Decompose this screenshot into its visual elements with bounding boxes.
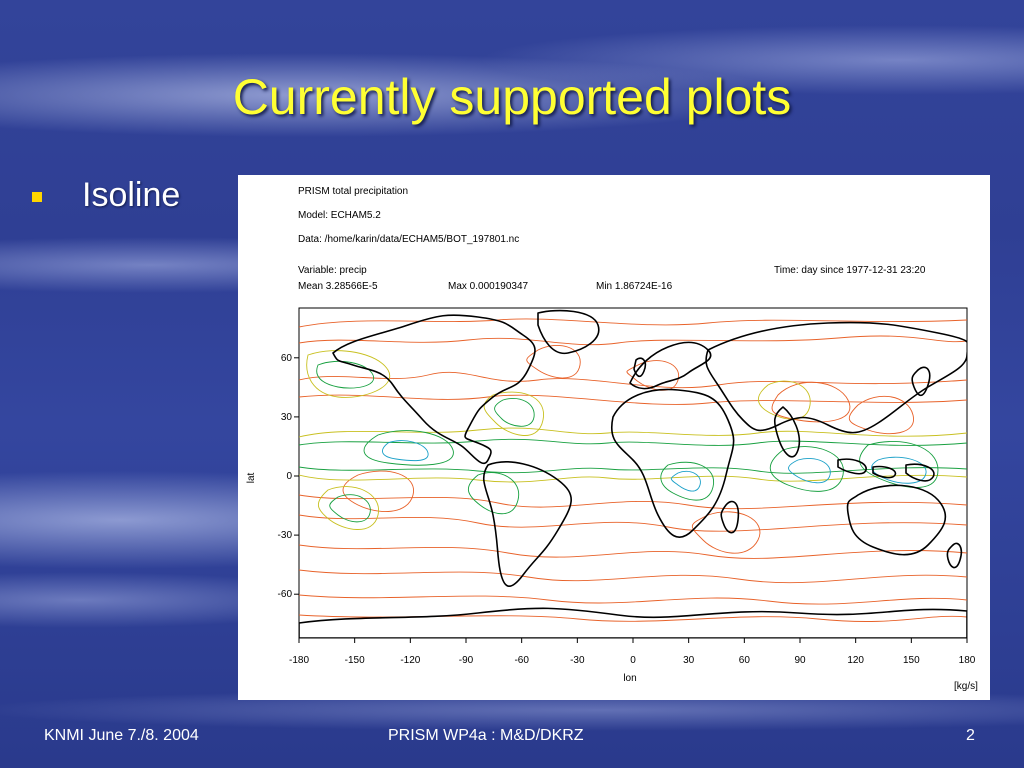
x-tick-label: 90 [794, 655, 806, 666]
x-tick-label: -90 [459, 655, 474, 666]
x-tick-label: -60 [514, 655, 529, 666]
x-tick-label: 30 [683, 655, 695, 666]
plot-header-min: Min 1.86724E-16 [596, 281, 673, 292]
footer-center: PRISM WP4a : M&D/DKRZ [388, 727, 584, 744]
plot-header-variable: Variable: precip [298, 265, 367, 276]
x-axis: -180 -150 -120 -90 -60 -30 0 30 60 90 120 150 180 [289, 638, 976, 666]
footer-left: KNMI June 7./8. 2004 [44, 727, 199, 744]
plot-header-data: Data: /home/karin/data/ECHAM5/BOT_197801… [298, 234, 519, 245]
y-axis: 60 30 0 -30 -60 [278, 353, 299, 600]
y-axis-label: lat [246, 472, 257, 483]
y-tick-label: 0 [286, 471, 292, 482]
bullet-text: Isoline [82, 176, 181, 214]
x-tick-label: 150 [903, 655, 920, 666]
bullet-item: Isoline [32, 176, 180, 215]
map-frame [298, 307, 968, 639]
square-bullet-icon [32, 191, 42, 202]
plot-header-max: Max 0.000190347 [448, 281, 529, 292]
x-tick-label: 0 [630, 655, 636, 666]
plot-header-time: Time: day since 1977-12-31 23:20 [774, 265, 926, 276]
slide-title: Currently supported plots [232, 69, 792, 125]
isoline-plot-figure: PRISM total precipitation Model: ECHAM5.… [238, 175, 990, 700]
x-tick-label: -120 [400, 655, 420, 666]
units-label: [kg/s] [954, 681, 978, 692]
isoline-plot-svg: PRISM total precipitation Model: ECHAM5.… [246, 186, 978, 692]
y-tick-label: 60 [281, 353, 293, 364]
page-number: 2 [966, 727, 975, 744]
x-tick-label: 60 [739, 655, 751, 666]
x-tick-label: -30 [570, 655, 585, 666]
x-tick-label: -180 [289, 655, 309, 666]
plot-header-mean: Mean 3.28566E-5 [298, 281, 378, 292]
y-tick-label: 30 [281, 412, 293, 423]
x-axis-label: lon [623, 673, 636, 684]
plot-header-model: Model: ECHAM5.2 [298, 210, 381, 221]
y-tick-label: -30 [278, 530, 293, 541]
y-tick-label: -60 [278, 589, 293, 600]
x-tick-label: 120 [847, 655, 864, 666]
x-tick-label: -150 [345, 655, 365, 666]
x-tick-label: 180 [959, 655, 976, 666]
plot-header-line1: PRISM total precipitation [298, 186, 408, 197]
